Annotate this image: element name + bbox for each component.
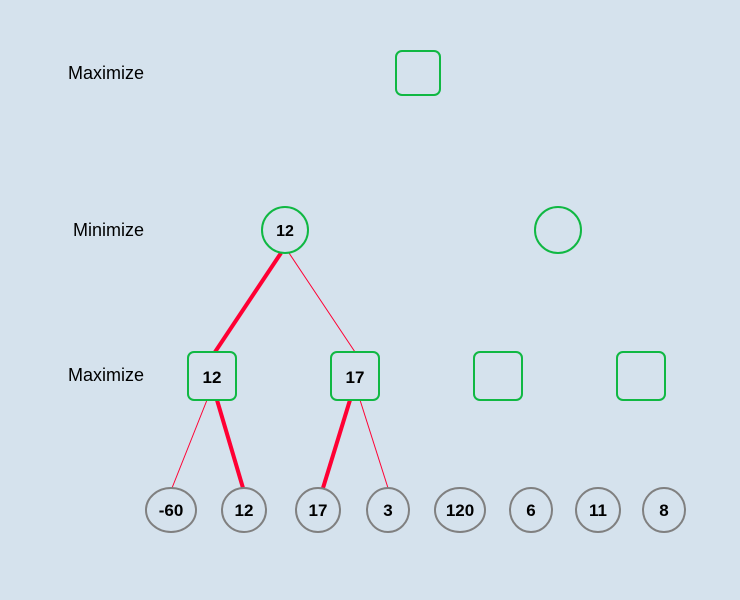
minimax-tree-diagram: Maximize Minimize Maximize 12 12 17 -60 …	[0, 0, 740, 600]
edge-maxB-leaf2	[323, 400, 350, 488]
max-d-node	[617, 352, 665, 400]
leaf-value: 17	[309, 501, 328, 520]
leaf-value: 11	[589, 501, 607, 520]
leaf-node: 11	[576, 488, 620, 532]
leaf-value: 3	[383, 501, 392, 520]
leaf-value: 8	[659, 501, 668, 520]
level1-label: Minimize	[73, 220, 144, 240]
level2-label: Maximize	[68, 365, 144, 385]
edge-maxA-leaf0	[172, 400, 207, 488]
leaf-node: 120	[435, 488, 485, 532]
root-node	[396, 51, 440, 95]
leaf-node: -60	[146, 488, 196, 532]
level0-label: Maximize	[68, 63, 144, 83]
max-b-value: 17	[346, 368, 365, 387]
leaf-node: 3	[367, 488, 409, 532]
edge-maxB-leaf3	[360, 400, 388, 488]
leaf-node: 17	[296, 488, 340, 532]
edge-minL-maxB	[289, 253, 355, 352]
edge-maxA-leaf1	[217, 400, 243, 488]
min-left-value: 12	[276, 223, 294, 240]
leaf-value: 12	[235, 501, 254, 520]
leaf-node: 12	[222, 488, 266, 532]
leaf-value: 6	[526, 501, 535, 520]
max-a-value: 12	[203, 368, 222, 387]
edge-minL-maxA	[215, 253, 281, 352]
leaf-node: 8	[643, 488, 685, 532]
leaf-value: 120	[446, 501, 474, 520]
leaf-node: 6	[510, 488, 552, 532]
max-c-node	[474, 352, 522, 400]
min-right-node	[535, 207, 581, 253]
leaf-value: -60	[159, 501, 184, 520]
